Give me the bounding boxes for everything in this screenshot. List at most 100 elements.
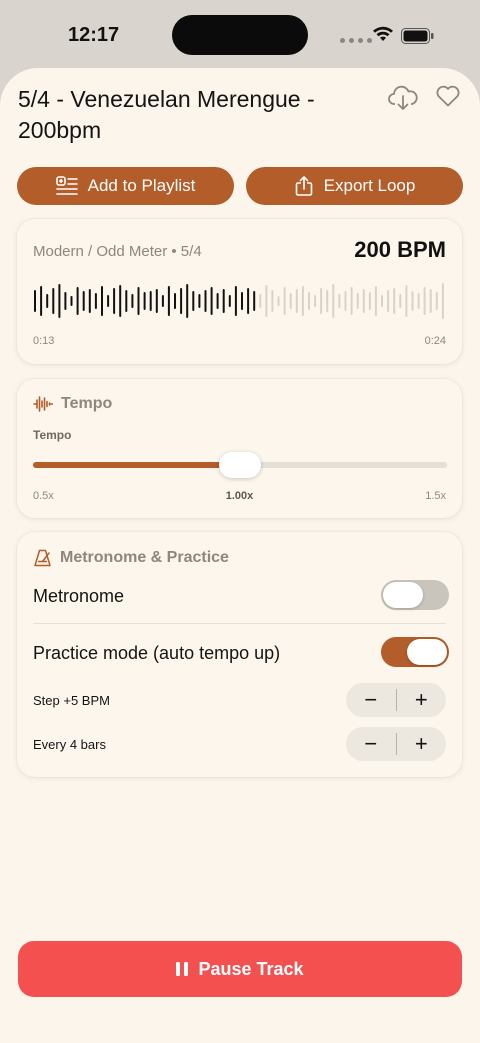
pause-icon: [176, 962, 189, 976]
pause-track-label: Pause Track: [198, 958, 304, 979]
export-loop-button[interactable]: Export Loop: [246, 167, 463, 205]
waveform-bar: [350, 287, 353, 315]
waveform-bar: [399, 294, 402, 308]
waveform-bar: [381, 295, 383, 307]
track-meta: Modern / Odd Meter • 5/4: [33, 243, 202, 260]
metronome-label: Metronome: [33, 586, 125, 606]
every-bars-label: Every 4 bars: [33, 737, 106, 752]
waveform-bar: [338, 294, 341, 308]
wifi-icon: [373, 26, 393, 41]
waveform-bar: [198, 294, 201, 308]
tempo-card-header: Tempo: [33, 395, 112, 413]
waveform-bar: [435, 292, 438, 310]
waveform-bar: [289, 293, 292, 309]
heart-icon[interactable]: [435, 84, 461, 108]
waveform-bar: [40, 286, 43, 316]
practice-mode-label: Practice mode (auto tempo up): [33, 643, 281, 663]
waveform-bar: [82, 291, 85, 311]
metronome-icon: [34, 549, 51, 567]
waveform-bar: [204, 290, 207, 312]
tempo-slider-thumb[interactable]: [219, 452, 261, 478]
waveform-bar: [52, 288, 55, 314]
waveform-bar: [308, 292, 310, 310]
waveform-bar: [362, 289, 365, 313]
waveform-bar: [46, 294, 49, 308]
practice-mode-toggle[interactable]: [381, 637, 449, 667]
waveform-bar: [101, 286, 103, 316]
waveform-bar: [405, 285, 408, 317]
metronome-toggle[interactable]: [381, 580, 449, 610]
waveform-bar: [149, 291, 152, 311]
step-decrease-button[interactable]: −: [346, 683, 396, 717]
track-title: 5/4 - Venezuelan Merengue - 200bpm: [18, 86, 315, 143]
waveform-bar: [301, 286, 304, 316]
cellular-signal-icon: [340, 38, 372, 43]
waveform-bar: [387, 290, 390, 312]
add-to-playlist-label: Add to Playlist: [87, 176, 196, 195]
waveform-bar: [253, 291, 256, 311]
waveform-bar: [107, 295, 110, 307]
export-loop-label: Export Loop: [323, 176, 416, 195]
share-icon: [295, 176, 312, 196]
add-to-playlist-button[interactable]: Add to Playlist: [17, 167, 234, 205]
waveform-bar: [186, 284, 189, 318]
waveform-bar: [34, 290, 36, 312]
waveform-bar: [368, 292, 371, 310]
tempo-slider-label: Tempo: [33, 428, 72, 442]
waveform-bar: [356, 293, 359, 309]
waveform-bar: [283, 287, 286, 315]
pause-track-button[interactable]: Pause Track: [18, 941, 462, 997]
waveform-bar: [70, 296, 73, 306]
waveform-bar: [216, 293, 219, 309]
step-bpm-label: Step +5 BPM: [33, 693, 110, 708]
waveform-bar: [344, 291, 347, 311]
step-bpm-stepper: − +: [346, 683, 446, 717]
waveform-bar: [277, 296, 280, 306]
waveform-bar: [247, 288, 250, 314]
waveform-bar: [417, 293, 420, 309]
battery-icon: [401, 28, 434, 44]
waveform-bar: [94, 293, 97, 309]
waveform-bar: [295, 289, 298, 313]
metronome-card-header: Metronome & Practice: [33, 549, 229, 567]
waveform-bar: [161, 295, 164, 307]
waveform-bar: [76, 287, 79, 315]
waveform-bar: [155, 289, 158, 313]
waveform-bar: [58, 284, 61, 318]
metronome-card-title: Metronome & Practice: [60, 549, 229, 566]
playlist-add-icon: [55, 176, 78, 195]
waveform-bar: [241, 292, 243, 310]
every-bars-stepper: − +: [346, 727, 446, 761]
bars-decrease-button[interactable]: −: [346, 727, 396, 761]
step-increase-button[interactable]: +: [397, 683, 447, 717]
waveform-bar: [180, 288, 183, 314]
tempo-card-title: Tempo: [61, 395, 113, 412]
waveform-bar: [210, 287, 213, 315]
waveform-bar: [125, 290, 128, 312]
waveform-scrubber[interactable]: [33, 279, 447, 323]
waveform-bar: [332, 284, 335, 318]
waveform-bar: [374, 286, 377, 316]
metronome-card: Metronome & Practice Metronome Practice …: [17, 532, 462, 777]
tempo-card: Tempo Tempo 0.5x 1.00x 1.5x: [17, 379, 462, 518]
cloud-download-icon[interactable]: [388, 84, 418, 112]
waveform-bar: [271, 290, 274, 312]
waveform-bar: [411, 291, 414, 311]
dynamic-island: [172, 15, 308, 55]
tempo-slider-fill: [33, 462, 240, 468]
waveform-bar: [393, 288, 396, 314]
waveform-bar: [320, 288, 323, 314]
waveform-bar: [265, 285, 268, 317]
tempo-current-label: 1.00x: [225, 490, 254, 502]
waveform-bar: [143, 292, 146, 310]
waveform-bar: [192, 291, 195, 311]
waveform-bar: [326, 290, 329, 312]
bpm-readout: 200 BPM: [354, 237, 446, 262]
bars-increase-button[interactable]: +: [397, 727, 447, 761]
status-time: 12:17: [68, 24, 120, 46]
waveform-bar: [174, 293, 176, 309]
waveform-bar: [314, 295, 317, 307]
waveform-bar: [259, 294, 262, 308]
waveform-icon: [33, 396, 53, 412]
waveform-bar: [167, 286, 170, 316]
